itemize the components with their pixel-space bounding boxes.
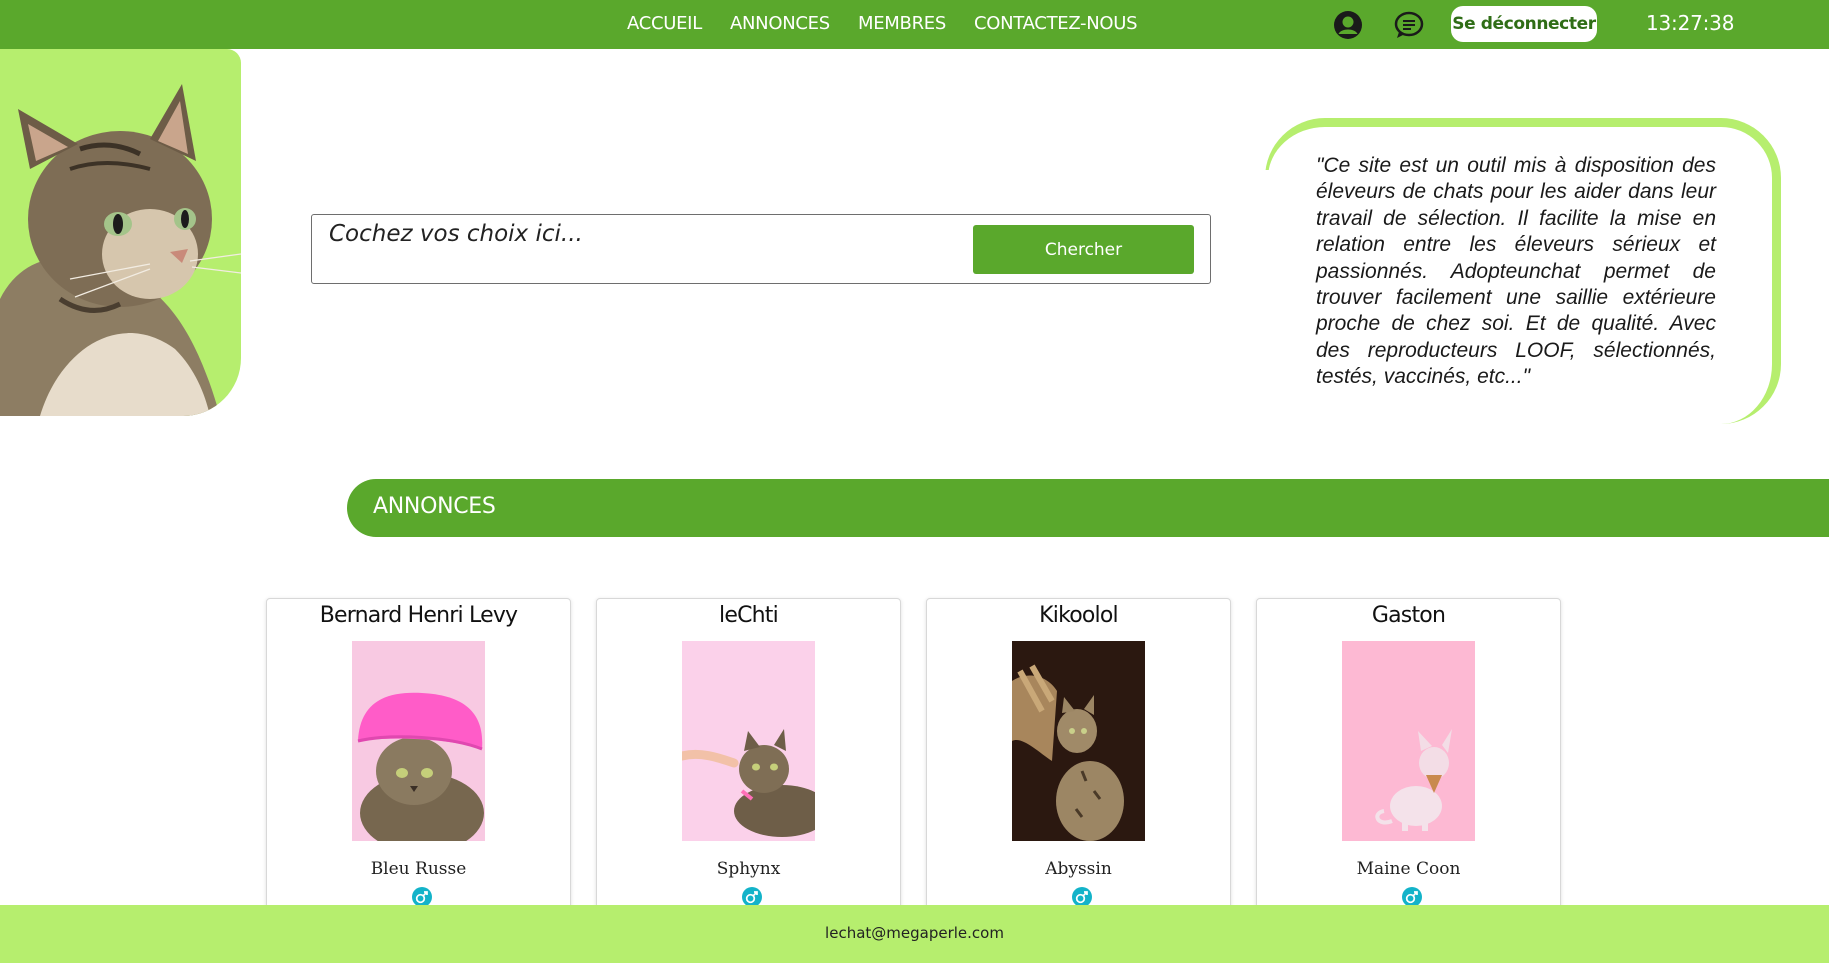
male-icon (412, 887, 432, 907)
cat-card[interactable]: Kikoolol Abyssin (926, 598, 1231, 928)
clock: 13:27:38 (1646, 11, 1735, 35)
nav-link-contact[interactable]: CONTACTEZ-NOUS (974, 13, 1138, 34)
top-navbar: ACCUEIL ANNONCES MEMBRES CONTACTEZ-NOUS … (0, 0, 1829, 49)
cat-photo (1342, 641, 1475, 841)
logout-button[interactable]: Se déconnecter (1451, 6, 1597, 42)
quote-frame-mask (1262, 170, 1272, 430)
cat-breed: Sphynx (716, 859, 781, 879)
cat-card[interactable]: Gaston Maine Coon (1256, 598, 1561, 928)
site-description-quote: "Ce site est un outil mis à disposition … (1316, 154, 1716, 389)
cat-photo (352, 641, 485, 841)
footer: lechat@megaperle.com (0, 905, 1829, 963)
search-button[interactable]: Chercher (973, 225, 1194, 274)
nav-link-annonces[interactable]: ANNONCES (730, 13, 830, 34)
cat-name: leChti (719, 603, 779, 628)
cat-breed: Maine Coon (1356, 859, 1461, 879)
hero-cat-image (0, 49, 241, 416)
footer-email[interactable]: lechat@megaperle.com (0, 924, 1829, 942)
cat-photo (1012, 641, 1145, 841)
cat-name: Bernard Henri Levy (319, 603, 518, 628)
nav-link-membres[interactable]: MEMBRES (858, 13, 946, 34)
cat-breed: Abyssin (1045, 859, 1112, 879)
male-icon (1402, 887, 1422, 907)
cat-name: Gaston (1371, 603, 1446, 628)
male-icon (742, 887, 762, 907)
male-icon (1072, 887, 1092, 907)
search-input[interactable]: Cochez vos choix ici... (329, 221, 583, 247)
messages-icon[interactable] (1393, 9, 1425, 41)
profile-icon[interactable] (1332, 9, 1364, 41)
annonces-banner: ANNONCES (347, 479, 1829, 537)
cat-photo (682, 641, 815, 841)
section-title: ANNONCES (373, 494, 496, 519)
cat-card[interactable]: Bernard Henri Levy Bleu Russe (266, 598, 571, 928)
cat-card[interactable]: leChti Sphynx (596, 598, 901, 928)
cat-breed: Bleu Russe (370, 859, 467, 879)
cat-name: Kikoolol (1039, 603, 1119, 628)
search-box[interactable]: Cochez vos choix ici... Chercher (311, 214, 1211, 284)
nav-link-accueil[interactable]: ACCUEIL (627, 13, 702, 34)
